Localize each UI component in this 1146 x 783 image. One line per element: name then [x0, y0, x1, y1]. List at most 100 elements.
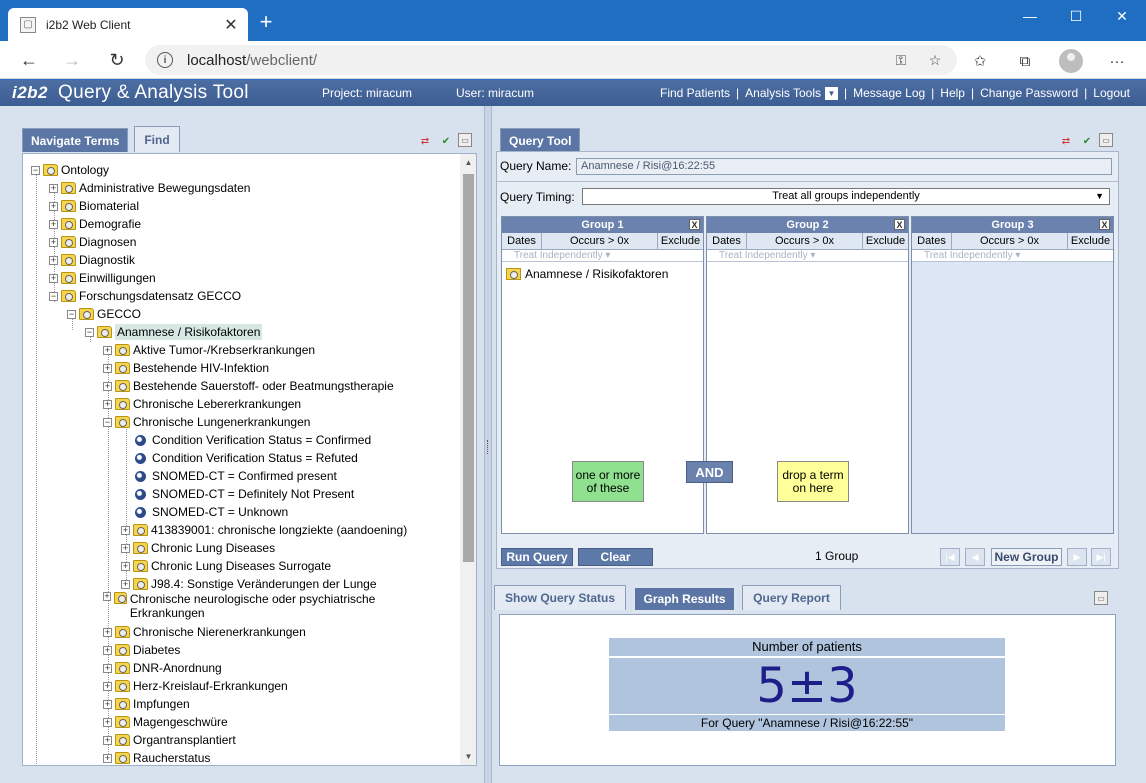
checklist-icon[interactable]: ✔ — [1080, 134, 1094, 148]
nav-message-log[interactable]: Message Log — [853, 86, 925, 100]
back-icon[interactable]: ← — [15, 46, 43, 74]
collapse-icon[interactable]: − — [103, 417, 112, 427]
tree-node[interactable]: + Demografie — [49, 215, 141, 233]
expand-icon[interactable]: + — [49, 183, 58, 193]
more-menu-icon[interactable]: ··· — [1104, 48, 1130, 74]
expand-icon[interactable]: + — [103, 345, 112, 355]
tree-node[interactable]: + Bestehende HIV-Infektion — [103, 359, 269, 377]
treat-independently-select[interactable]: Treat Independently ▾ — [912, 250, 1113, 262]
tree-node[interactable]: − GECCO — [67, 305, 141, 323]
minimize-icon[interactable]: — — [1007, 0, 1053, 32]
scroll-thumb[interactable] — [463, 174, 474, 562]
maximize-panel-icon[interactable]: ▭ — [458, 133, 472, 147]
tab-find[interactable]: Find — [134, 126, 180, 152]
prev-group-icon[interactable]: ◀ — [965, 548, 985, 566]
tree-node[interactable]: + Magengeschwüre — [103, 713, 228, 731]
nav-help[interactable]: Help — [940, 86, 965, 100]
expand-icon[interactable]: + — [103, 363, 112, 373]
and-operator[interactable]: AND — [686, 461, 733, 483]
tree-node[interactable]: + Biomaterial — [49, 197, 139, 215]
expand-icon[interactable]: + — [121, 561, 130, 571]
tree-node[interactable]: − Anamnese / Risikofaktoren — [85, 323, 263, 341]
forward-icon[interactable]: → — [58, 46, 86, 74]
tree-node[interactable]: + Chronische neurologische oder psychiatr… — [103, 592, 403, 622]
nav-analysis-tools[interactable]: Analysis Tools — [745, 86, 821, 100]
collections-icon[interactable]: ⧉ — [1012, 48, 1038, 74]
expand-icon[interactable]: + — [49, 201, 58, 211]
run-query-button[interactable]: Run Query — [501, 548, 573, 566]
close-icon[interactable]: X — [894, 219, 905, 230]
tree-node[interactable]: SNOMED-CT = Definitely Not Present — [135, 485, 354, 503]
exclude-button[interactable]: Exclude — [1068, 233, 1113, 249]
maximize-icon[interactable]: ☐ — [1053, 0, 1099, 32]
dates-button[interactable]: Dates — [502, 233, 542, 249]
dates-button[interactable]: Dates — [912, 233, 952, 249]
tree-node[interactable]: + Organtransplantiert — [103, 731, 236, 749]
refresh-icon[interactable]: ⇄ — [1059, 134, 1073, 148]
tab-show-query-status[interactable]: Show Query Status — [494, 585, 626, 610]
profile-avatar[interactable] — [1059, 49, 1083, 73]
favorites-icon[interactable]: ✩ — [967, 48, 993, 74]
tree-node[interactable]: Condition Verification Status = Confirme… — [135, 431, 371, 449]
expand-icon[interactable]: + — [49, 219, 58, 229]
nav-change-password[interactable]: Change Password — [980, 86, 1078, 100]
close-icon[interactable]: X — [1099, 219, 1110, 230]
maximize-panel-icon[interactable]: ▭ — [1099, 133, 1113, 147]
expand-icon[interactable]: + — [103, 592, 111, 601]
tree-node[interactable]: + Aktive Tumor-/Krebserkrankungen — [103, 341, 315, 359]
expand-icon[interactable]: + — [103, 381, 112, 391]
collapse-icon[interactable]: − — [85, 327, 94, 337]
expand-icon[interactable]: + — [103, 645, 112, 655]
refresh-icon[interactable]: ⇄ — [418, 134, 432, 148]
chevron-down-icon[interactable]: ▼ — [825, 86, 838, 100]
tree-node[interactable]: SNOMED-CT = Unknown — [135, 503, 288, 521]
tab-query-tool[interactable]: Query Tool — [500, 128, 581, 152]
query-timing-select[interactable]: Treat all groups independently ▼ — [582, 188, 1110, 205]
browser-tab[interactable]: ▢ i2b2 Web Client ✕ — [8, 8, 248, 41]
tree-node[interactable]: +413839001: chronische longziekte (aando… — [121, 521, 407, 539]
new-group-button[interactable]: New Group — [991, 548, 1062, 566]
tree-node[interactable]: Condition Verification Status = Refuted — [135, 449, 358, 467]
expand-icon[interactable]: + — [103, 663, 112, 673]
expand-icon[interactable]: + — [103, 735, 112, 745]
collapse-icon[interactable]: − — [49, 291, 58, 301]
add-favorite-icon[interactable]: ☆ — [923, 48, 947, 72]
expand-icon[interactable]: + — [121, 525, 130, 535]
tree-node[interactable]: + Diagnosen — [49, 233, 136, 251]
close-tab-icon[interactable]: ✕ — [220, 14, 242, 36]
info-icon[interactable]: i — [157, 52, 173, 68]
tree-node[interactable]: + Chronische Nierenerkrankungen — [103, 623, 306, 641]
expand-icon[interactable]: + — [49, 255, 58, 265]
maximize-panel-icon[interactable]: ▭ — [1094, 591, 1108, 605]
expand-icon[interactable]: + — [103, 627, 112, 637]
close-window-icon[interactable]: ✕ — [1099, 0, 1145, 32]
tree-node[interactable]: + Chronic Lung Diseases Surrogate — [121, 557, 331, 575]
key-icon[interactable]: ⚿ — [889, 48, 913, 72]
last-group-icon[interactable]: ▶| — [1091, 548, 1111, 566]
checklist-icon[interactable]: ✔ — [439, 134, 453, 148]
expand-icon[interactable]: + — [49, 273, 58, 283]
query-group-3[interactable]: Group 3X Dates Occurs > 0x Exclude Treat… — [911, 216, 1114, 534]
scroll-up-icon[interactable]: ▲ — [460, 154, 476, 171]
exclude-button[interactable]: Exclude — [658, 233, 703, 249]
nav-logout[interactable]: Logout — [1093, 86, 1130, 100]
tab-graph-results[interactable]: Graph Results — [632, 585, 737, 613]
tree-scrollbar[interactable]: ▲ ▼ — [460, 154, 476, 765]
nav-find-patients[interactable]: Find Patients — [660, 86, 730, 100]
next-group-icon[interactable]: ▶ — [1067, 548, 1087, 566]
tree-node[interactable]: + Administrative Bewegungsdaten — [49, 179, 250, 197]
treat-independently-select[interactable]: Treat Independently ▾ — [502, 250, 703, 262]
tree-node[interactable]: + Einwilligungen — [49, 269, 156, 287]
tree-node[interactable]: − Ontology — [31, 161, 109, 179]
group-item[interactable]: Anamnese / Risikofaktoren — [506, 267, 668, 281]
tree-node[interactable]: + Raucherstatus — [103, 749, 210, 765]
query-name-field[interactable]: Anamnese / Risi@16:22:55 — [576, 158, 1112, 175]
tab-navigate-terms[interactable]: Navigate Terms — [22, 128, 129, 152]
tree-node[interactable]: + Diabetes — [103, 641, 180, 659]
expand-icon[interactable]: + — [103, 699, 112, 709]
tree-node[interactable]: SNOMED-CT = Confirmed present — [135, 467, 337, 485]
tree-node[interactable]: − Chronische Lungenerkrankungen — [103, 413, 310, 431]
expand-icon[interactable]: + — [103, 753, 112, 763]
clear-button[interactable]: Clear — [578, 548, 653, 566]
expand-icon[interactable]: + — [49, 237, 58, 247]
